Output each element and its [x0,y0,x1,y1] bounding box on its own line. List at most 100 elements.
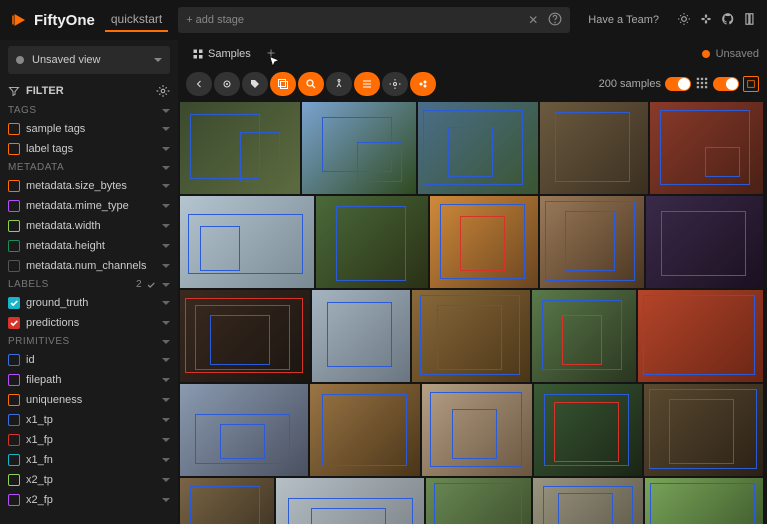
field-checkbox[interactable] [8,394,20,406]
field-checkbox[interactable] [8,454,20,466]
sample-thumbnail[interactable] [316,196,428,288]
sample-thumbnail[interactable] [422,384,532,476]
field-checkbox[interactable] [8,414,20,426]
field-label: filepath [26,374,156,386]
dataset-selector[interactable]: quickstart [105,8,168,32]
field-label: metadata.num_channels [26,260,156,272]
browse-button[interactable] [214,72,240,96]
section-header-metadata[interactable]: METADATA [0,159,178,176]
sample-thumbnail[interactable] [430,196,538,288]
sample-thumbnail[interactable] [646,196,763,288]
sample-grid[interactable] [178,100,767,524]
grid-size-icon[interactable] [695,76,709,93]
logo[interactable]: FiftyOne [10,11,95,29]
field-row[interactable]: metadata.width [0,216,178,236]
field-row[interactable]: id [0,350,178,370]
sample-thumbnail[interactable] [645,478,763,524]
sample-thumbnail[interactable] [276,478,424,524]
field-row[interactable]: x2_tp [0,470,178,490]
section-header-primitives[interactable]: PRIMITIVES [0,333,178,350]
gear-icon[interactable] [156,84,170,98]
team-link[interactable]: Have a Team? [588,14,659,26]
field-row[interactable]: filepath [0,370,178,390]
sample-thumbnail[interactable] [534,384,642,476]
github-icon[interactable] [721,12,735,29]
stage-bar[interactable]: + add stage ✕ [178,7,570,33]
field-checkbox[interactable] [8,474,20,486]
field-row[interactable]: x1_fp [0,430,178,450]
view-status-dot [16,56,24,64]
field-checkbox[interactable] [8,143,20,155]
field-label: uniqueness [26,394,156,406]
field-row[interactable]: metadata.height [0,236,178,256]
settings-button[interactable] [382,72,408,96]
sample-thumbnail[interactable] [180,290,310,382]
sample-thumbnail[interactable] [540,102,648,194]
plugins-button[interactable] [410,72,436,96]
patches-button[interactable] [270,72,296,96]
add-stage-button[interactable]: + add stage [186,14,244,26]
sample-thumbnail[interactable] [540,196,644,288]
field-checkbox[interactable] [8,123,20,135]
field-label: metadata.size_bytes [26,180,156,192]
tab-add-button[interactable] [265,47,277,62]
field-row[interactable]: metadata.num_channels [0,256,178,276]
field-checkbox[interactable] [8,434,20,446]
expand-button[interactable] [743,76,759,92]
sample-thumbnail[interactable] [312,290,410,382]
count-toggle[interactable] [665,77,691,91]
slack-icon[interactable] [699,12,713,29]
sample-thumbnail[interactable] [644,384,763,476]
sample-thumbnail[interactable] [638,290,763,382]
grid-icon [192,48,204,60]
clear-stages-icon[interactable]: ✕ [524,13,542,27]
tab-samples[interactable]: Samples [186,44,257,64]
nav-back-button[interactable] [186,72,212,96]
docs-icon[interactable] [743,12,757,29]
field-checkbox[interactable] [8,494,20,506]
field-row[interactable]: uniqueness [0,390,178,410]
sample-thumbnail[interactable] [418,102,538,194]
field-row[interactable]: label tags [0,139,178,159]
field-row[interactable]: predictions [0,313,178,333]
field-row[interactable]: metadata.mime_type [0,196,178,216]
sample-thumbnail[interactable] [412,290,530,382]
brightness-icon[interactable] [677,12,691,29]
field-checkbox[interactable] [8,374,20,386]
field-checkbox[interactable] [8,200,20,212]
sample-thumbnail[interactable] [532,290,636,382]
field-row[interactable]: ground_truth [0,293,178,313]
field-checkbox[interactable] [8,297,20,309]
sample-thumbnail[interactable] [426,478,531,524]
sample-thumbnail[interactable] [180,102,300,194]
field-checkbox[interactable] [8,260,20,272]
search-button[interactable] [298,72,324,96]
field-row[interactable]: x2_fp [0,490,178,510]
sample-thumbnail[interactable] [180,384,308,476]
chevron-down-icon [162,244,170,248]
field-row[interactable]: x1_fn [0,450,178,470]
field-row[interactable]: x1_tp [0,410,178,430]
help-icon[interactable] [548,12,562,29]
detection-bbox [336,206,406,281]
sample-thumbnail[interactable] [533,478,643,524]
field-checkbox[interactable] [8,180,20,192]
field-checkbox[interactable] [8,317,20,329]
view-selector[interactable]: Unsaved view [8,46,170,74]
sample-thumbnail[interactable] [302,102,416,194]
sample-thumbnail[interactable] [310,384,420,476]
section-header-tags[interactable]: TAGS [0,102,178,119]
field-checkbox[interactable] [8,240,20,252]
sample-thumbnail[interactable] [180,478,274,524]
field-row[interactable]: sample tags [0,119,178,139]
field-checkbox[interactable] [8,354,20,366]
field-row[interactable]: metadata.size_bytes [0,176,178,196]
tag-button[interactable] [242,72,268,96]
similarity-button[interactable] [326,72,352,96]
sample-thumbnail[interactable] [650,102,763,194]
section-header-labels[interactable]: LABELS2 [0,276,178,293]
field-checkbox[interactable] [8,220,20,232]
sample-thumbnail[interactable] [180,196,314,288]
layout-toggle[interactable] [713,77,739,91]
list-button[interactable] [354,72,380,96]
